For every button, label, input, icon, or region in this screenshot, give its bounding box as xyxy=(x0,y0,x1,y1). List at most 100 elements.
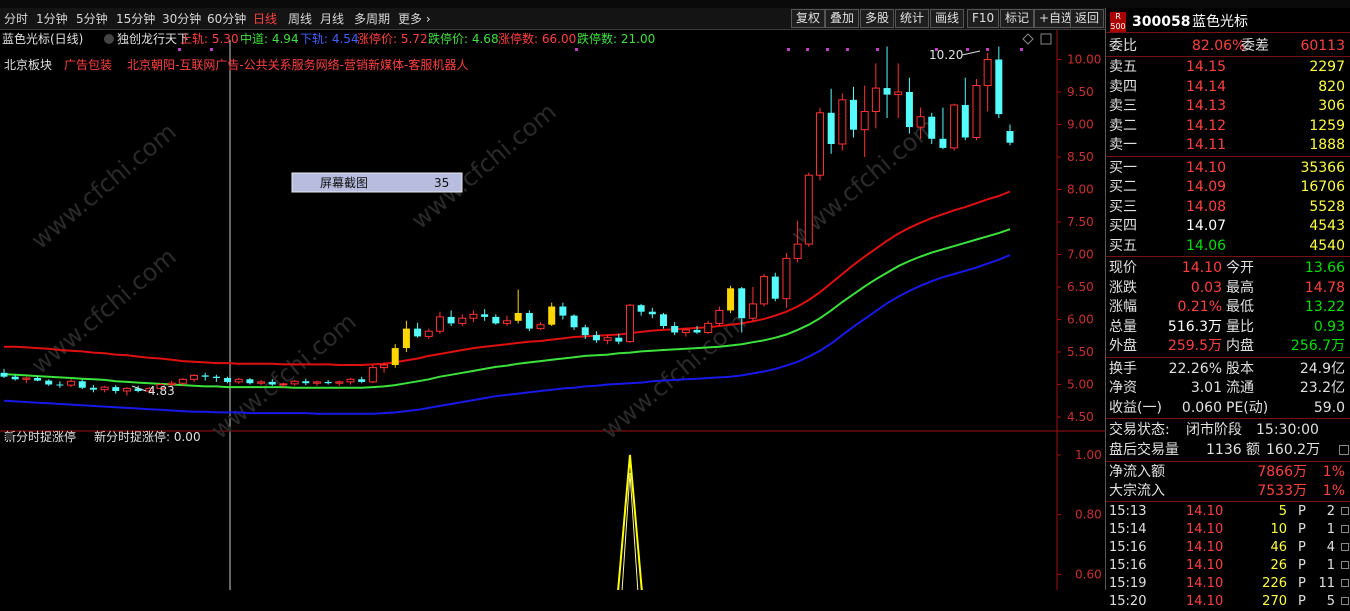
bid-row-2[interactable]: 买三 14.08 5528 xyxy=(1106,197,1350,216)
candle-body xyxy=(122,387,131,392)
candle-body xyxy=(1006,131,1014,143)
candle-body xyxy=(838,99,847,145)
weicha-value: 60113 xyxy=(1300,38,1345,54)
period-tab-3[interactable]: 15分钟 xyxy=(116,11,155,27)
tick-checkbox[interactable] xyxy=(1341,506,1349,515)
candle-75[interactable] xyxy=(838,93,847,151)
y-tick-label-3: 8.50 xyxy=(1067,150,1094,164)
candle-body xyxy=(11,376,19,380)
period-tab-6[interactable]: 日线 xyxy=(253,11,277,27)
tick-price: 14.10 xyxy=(1186,557,1224,573)
period-tab-5[interactable]: 60分钟 xyxy=(207,11,246,27)
candle-47[interactable] xyxy=(525,310,533,332)
period-tab-2[interactable]: 5分钟 xyxy=(76,11,108,27)
ask-row-4[interactable]: 卖一 14.11 1888 xyxy=(1106,135,1350,154)
period-tab-10[interactable]: 更多 › xyxy=(398,11,431,27)
stat-value-a: 259.5万 xyxy=(1167,338,1222,354)
candle-body xyxy=(290,380,299,385)
bid-price: 14.08 xyxy=(1186,198,1227,215)
candle-72[interactable] xyxy=(804,172,813,247)
ask-row-0[interactable]: 卖五 14.15 2297 xyxy=(1106,57,1350,76)
candle-body xyxy=(458,317,467,324)
period-tab-4[interactable]: 30分钟 xyxy=(162,11,201,27)
stat-value-b: 14.78 xyxy=(1304,279,1345,296)
after-amt: 160.2万 xyxy=(1266,441,1321,458)
toolbar-button-1[interactable]: 叠加 xyxy=(825,9,860,28)
bid-row-3[interactable]: 买四 14.07 4543 xyxy=(1106,216,1350,235)
candle-56[interactable] xyxy=(625,303,634,343)
candle-73[interactable] xyxy=(815,107,824,181)
indicator-bar.lower: 下轨: 4.54 xyxy=(300,32,359,46)
bid-label: 买五 xyxy=(1109,237,1137,254)
ask-row-2[interactable]: 卖三 14.13 306 xyxy=(1106,96,1350,115)
toolbar-button-0[interactable]: 复权 xyxy=(791,9,826,28)
period-tab-0[interactable]: 分时 xyxy=(4,11,28,27)
tags.concepts[interactable]: 北京朝阳-互联网广告-公共关系服务网络-营销新媒体-客服机器人 xyxy=(127,57,468,72)
candle-69[interactable] xyxy=(771,272,779,302)
toolbar-button-4[interactable]: 画线 xyxy=(930,9,965,28)
popup-label: 屏幕截图 xyxy=(320,176,368,190)
bid-row-0[interactable]: 买一 14.10 35366 xyxy=(1106,158,1350,177)
stat-row-2: 涨幅 0.21% 最低 13.22 xyxy=(1106,297,1350,316)
candle-87[interactable] xyxy=(972,79,981,141)
tick-count: 2 xyxy=(1326,503,1335,519)
candle-body xyxy=(615,337,623,342)
candle-body xyxy=(268,381,276,385)
flow-row-1: 大宗流入 7533万 1% xyxy=(1106,481,1350,500)
ask-row-1[interactable]: 卖四 14.14 820 xyxy=(1106,77,1350,96)
stat-value-b: 256.7万 xyxy=(1290,338,1345,354)
indicator-settings-icon[interactable] xyxy=(104,34,114,44)
candle-85[interactable] xyxy=(950,103,959,151)
fund-value-a: 0.060 xyxy=(1181,399,1222,416)
fund-row-2: 收益(一) 0.060 PE(动) 59.0 xyxy=(1106,398,1350,417)
candle-body xyxy=(368,367,377,383)
tick-checkbox[interactable] xyxy=(1341,578,1349,587)
candle-body xyxy=(190,374,199,380)
candle-body xyxy=(234,378,243,383)
period-tab-8[interactable]: 月线 xyxy=(320,11,344,27)
candle-body xyxy=(34,378,42,381)
tick-checkbox[interactable] xyxy=(1341,560,1349,569)
period-tab-7[interactable]: 周线 xyxy=(288,11,312,27)
candle-65[interactable] xyxy=(727,285,735,313)
candle-body xyxy=(592,335,600,341)
stat-label-b: 今开 xyxy=(1226,260,1254,276)
fund-label-a: 换手 xyxy=(1109,360,1137,377)
kline-chart[interactable]: www.cfchi.comwww.cfchi.comwww.cfchi.comw… xyxy=(0,30,1105,590)
stat-label-b: 最高 xyxy=(1226,279,1254,296)
lower-panel-icon[interactable] xyxy=(6,433,13,440)
stat-label-a: 涨幅 xyxy=(1109,299,1137,315)
ask-row-3[interactable]: 卖二 14.12 1259 xyxy=(1106,116,1350,135)
stock-header: R 500 300058 蓝色光标 xyxy=(1106,11,1350,33)
toolbar-button-3[interactable]: 统计 xyxy=(895,9,930,28)
tags.ad[interactable]: 广告包装 xyxy=(64,58,112,72)
candle-body xyxy=(0,372,8,377)
candle-68[interactable] xyxy=(760,274,769,307)
trade-status-row: 交易状态: 闭市阶段 15:30:00 xyxy=(1106,420,1350,439)
indicator-bar.title: 蓝色光标(日线) xyxy=(2,32,83,46)
tick-checkbox[interactable] xyxy=(1341,542,1349,551)
tick-time: 15:14 xyxy=(1109,521,1147,537)
tick-time: 15:20 xyxy=(1109,593,1147,609)
flow-row-0: 净流入额 7866万 1% xyxy=(1106,462,1350,481)
toolbar-button-6[interactable]: 标记 xyxy=(1000,9,1035,28)
y-tick-label-10: 5.00 xyxy=(1067,378,1094,392)
bid-row-4[interactable]: 买五 14.06 4540 xyxy=(1106,236,1350,255)
top-menu-strip xyxy=(0,0,1350,8)
candle-33[interactable] xyxy=(368,365,377,384)
candle-body xyxy=(224,378,232,382)
toolbar-button-8[interactable]: 返回 xyxy=(1070,9,1105,28)
ask-label: 卖一 xyxy=(1109,137,1137,153)
panel-toggle-icon[interactable] xyxy=(1339,444,1349,455)
period-tab-9[interactable]: 多周期 xyxy=(354,11,390,27)
period-tab-1[interactable]: 1分钟 xyxy=(36,11,68,27)
toolbar-button-5[interactable]: F10 xyxy=(967,9,1000,28)
candle-body xyxy=(536,324,545,330)
tick-checkbox[interactable] xyxy=(1341,524,1349,533)
toolbar-button-2[interactable]: 多股 xyxy=(860,9,895,28)
candle-body xyxy=(815,112,824,176)
tags.sector[interactable]: 北京板块 xyxy=(4,58,52,72)
tick-checkbox[interactable] xyxy=(1341,596,1349,605)
signal-dot-7 xyxy=(876,48,879,51)
bid-row-1[interactable]: 买二 14.09 16706 xyxy=(1106,177,1350,196)
